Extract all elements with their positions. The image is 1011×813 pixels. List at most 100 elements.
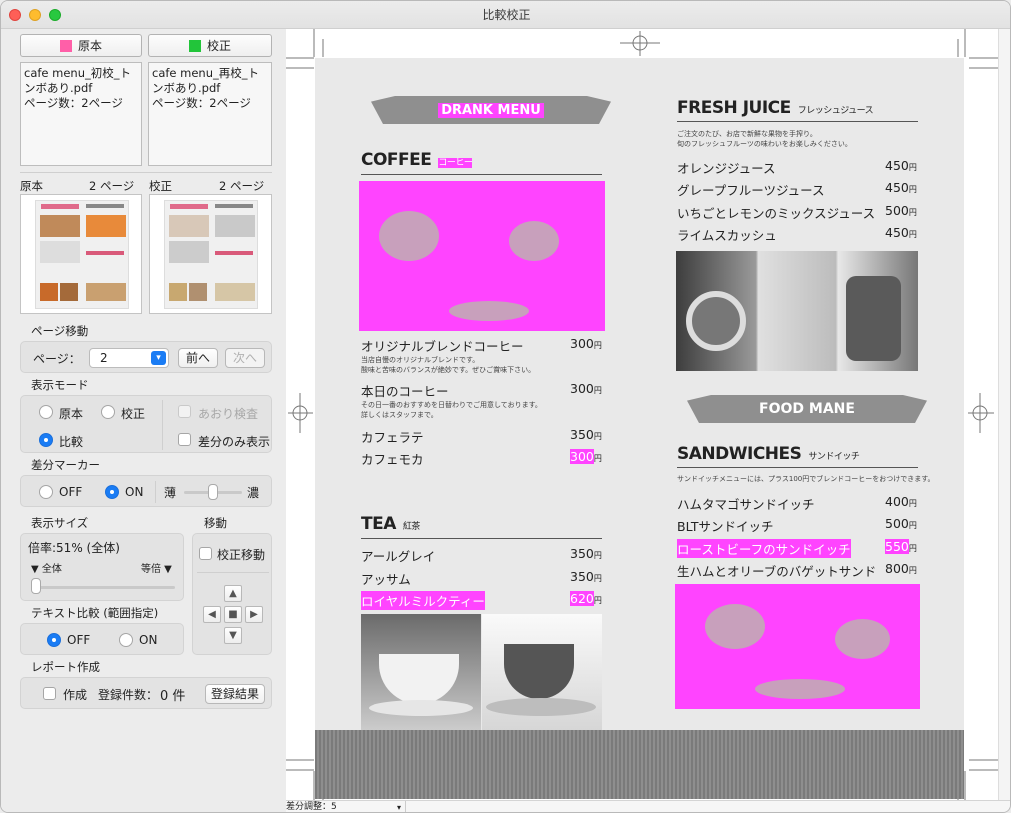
page-select[interactable]: 2 ▾ (89, 348, 169, 368)
revised-thumbnail-page (164, 200, 258, 309)
original-thumbnail-page (35, 200, 129, 309)
coffee-item-desc: 当店自慢のオリジナルブレンドです。 酸味と苦味のバランスが絶妙です。ぜひご賞味下… (361, 356, 536, 374)
report-create-label: 作成 (63, 688, 88, 702)
coffee-item-price-value: 300 (570, 381, 594, 396)
text-compare-on-radio[interactable] (119, 633, 133, 647)
text-compare-off-label: OFF (67, 633, 91, 647)
yen: 円 (593, 386, 602, 395)
display-size-title: 表示サイズ (31, 516, 89, 530)
sandwich-desc: サンドイッチメニューには、プラス100円でブレンドコーヒーをおつけできます。 (677, 475, 935, 483)
move-title: 移動 (204, 516, 227, 530)
prev-page-button[interactable]: 前へ (178, 348, 218, 368)
report-create-checkbox[interactable] (43, 687, 56, 700)
revised-page-count: ページ数：2ページ (152, 96, 251, 110)
yen: 円 (908, 521, 917, 530)
juice-item-price: 450円 (885, 158, 917, 173)
coffee-item-name: 本日のコーヒー (361, 384, 449, 399)
tea-subtitle: 紅茶 (402, 522, 421, 532)
sandwich-item-name: 生ハムとオリーブのバゲットサンド (677, 564, 877, 579)
tea-item-price-value: 350 (570, 569, 594, 584)
vertical-scrollbar[interactable] (998, 29, 1010, 800)
report-group: 作成 登録件数： 0 件 登録結果 (20, 677, 272, 709)
zoom-window-button[interactable] (49, 9, 61, 21)
yen: 円 (908, 185, 917, 194)
diff-adjust-select[interactable]: 差分調整：5 ▾ (286, 801, 406, 812)
juice-item-name: グレープフルーツジュース (677, 183, 825, 198)
compare-canvas[interactable]: DRANK MENU COFFEE コーヒー オリジナルブレンドコーヒー 300円… (286, 29, 998, 800)
sandwich-item-price-value: 400 (885, 494, 909, 509)
marker-off-radio[interactable] (39, 485, 53, 499)
tea-title: TEA (361, 514, 396, 534)
arrow-down-icon[interactable]: ▼ (224, 627, 242, 644)
page-select-value: 2 (100, 351, 108, 365)
original-file-button[interactable]: 原本 (20, 34, 142, 57)
revised-file-button[interactable]: 校正 (148, 34, 272, 57)
actual-size-button[interactable]: 等倍 ▼ (141, 560, 172, 575)
yen: 円 (593, 551, 602, 560)
revised-move-label: 校正移動 (217, 548, 266, 562)
revised-thumb-label: 校正 (149, 179, 172, 193)
rule (677, 467, 918, 468)
zoom-level-text: 倍率:51% (全体) (28, 541, 120, 555)
diff-only-checkbox[interactable] (178, 433, 191, 446)
report-result-button[interactable]: 登録結果 (205, 684, 265, 704)
rule (677, 121, 918, 122)
revised-file-name: cafe menu_再校_トンボあり.pdf (152, 66, 260, 95)
revised-move-checkbox[interactable] (199, 547, 212, 560)
revised-thumb-pages: 2 ページ (219, 179, 265, 193)
arrow-left-icon[interactable]: ◀ (203, 606, 221, 623)
sandwich-item-name: BLTサンドイッチ (677, 519, 774, 534)
coffee-item-price: 300円 (570, 381, 602, 396)
sandwich-item-name: ハムタマゴサンドイッチ (677, 497, 815, 512)
text-compare-off-radio[interactable] (47, 633, 61, 647)
window-title: 比較校正 (482, 8, 531, 22)
text-compare-group: OFF ON (20, 623, 184, 655)
original-thumbnail[interactable] (20, 194, 142, 314)
yen: 円 (908, 544, 917, 553)
diff-marker-group: OFF ON 薄 濃 (20, 475, 272, 507)
chevron-down-icon: ▾ (396, 803, 401, 812)
tea-heading: TEA 紅茶 (361, 514, 420, 534)
control-panel: 原本 校正 cafe menu_初校_トンボあり.pdf ページ数：2ページ ca… (1, 29, 285, 812)
coffee-item-price: 300円 (570, 336, 602, 351)
juice-desc: ご注文のたび、お店で新鮮な果物を手搾り。 旬のフレッシュフルーツの味わいをお楽し… (677, 130, 852, 148)
mode-revised-radio[interactable] (101, 405, 115, 419)
marker-on-radio[interactable] (105, 485, 119, 499)
revised-thumbnail[interactable] (149, 194, 272, 314)
sandwich-subtitle: サンドイッチ (808, 452, 860, 462)
page-footer-band (315, 730, 964, 799)
sandwich-item-name-diff: ローストビーフのサンドイッチ (677, 539, 851, 558)
tea-item-price-diff: 620円 (570, 591, 602, 606)
zoom-slider[interactable] (33, 586, 175, 589)
arrow-right-icon[interactable]: ▶ (245, 606, 263, 623)
report-count-value: 0 件 (160, 689, 186, 704)
yen: 円 (593, 596, 602, 605)
coffee-item-desc: その日一番のおすすめを日替わりでご用意しております。 詳しくはスタッフまで。 (361, 401, 542, 419)
sandwich-heading: SANDWICHES サンドイッチ (677, 444, 860, 464)
yen: 円 (593, 574, 602, 583)
flip-check-checkbox[interactable] (178, 405, 191, 418)
next-page-button[interactable]: 次へ (225, 348, 265, 368)
flip-check-label: あおり検査 (198, 407, 259, 421)
zoom-slider-knob[interactable] (31, 578, 41, 594)
juice-item-price-value: 450 (885, 158, 909, 173)
center-icon[interactable]: ■ (224, 606, 242, 623)
arrow-up-icon[interactable]: ▲ (224, 585, 242, 602)
marker-intensity-knob[interactable] (208, 484, 218, 500)
juice-item-price-value: 450 (885, 180, 909, 195)
sandwich-item-price: 800円 (885, 561, 917, 576)
minimize-window-button[interactable] (29, 9, 41, 21)
yen: 円 (908, 566, 917, 575)
yen: 円 (908, 163, 917, 172)
divider (20, 172, 272, 173)
report-count-label: 登録件数： (98, 688, 159, 702)
juice-subtitle: フレッシュジュース (797, 106, 874, 116)
original-file-name: cafe menu_初校_トンボあり.pdf (24, 66, 132, 95)
close-window-button[interactable] (9, 9, 21, 21)
original-thumb-pages: 2 ページ (89, 179, 135, 193)
fit-zoom-button[interactable]: ▼ 全体 (31, 560, 62, 575)
mode-original-radio[interactable] (39, 405, 53, 419)
mode-compare-radio[interactable] (39, 433, 53, 447)
coffee-title: COFFEE (361, 150, 432, 170)
mode-compare-label: 比較 (59, 435, 84, 449)
